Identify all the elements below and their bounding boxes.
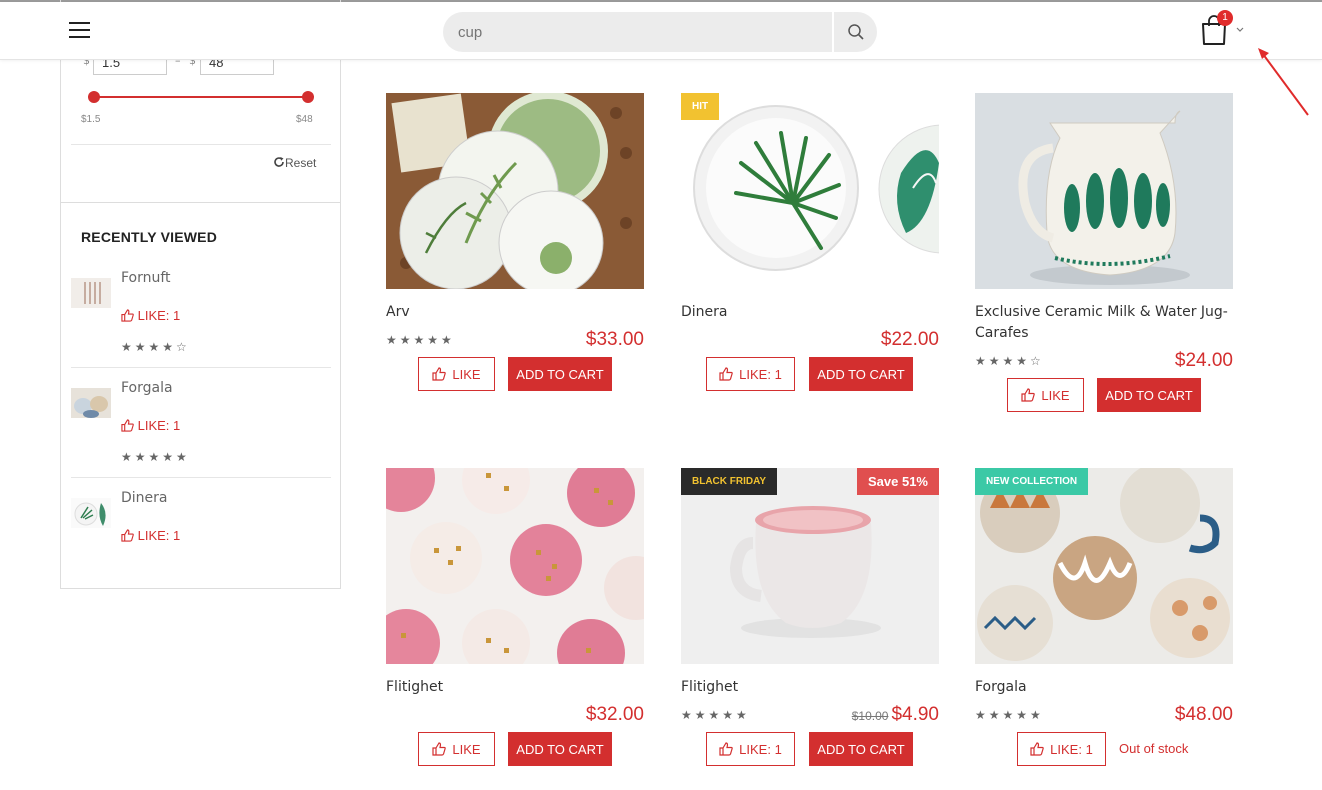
like-label: LIKE: 1 — [739, 366, 782, 382]
slider-min-label: $1.5 — [81, 114, 101, 125]
new-collection-badge: NEW COLLECTION — [975, 468, 1089, 495]
product-image[interactable]: HIT — [681, 93, 939, 289]
product-title[interactable]: Flitighet — [681, 677, 939, 698]
chevron-down-icon — [1236, 27, 1244, 32]
product-name[interactable]: Forgala — [121, 380, 173, 396]
search-input[interactable] — [443, 12, 832, 52]
product-name[interactable]: Dinera — [121, 490, 168, 506]
product-title[interactable]: Forgala — [975, 677, 1233, 698]
price-slider-track[interactable] — [94, 96, 308, 98]
product-title[interactable]: Flitighet — [386, 677, 644, 698]
like-label: LIKE — [452, 366, 481, 382]
thumbs-up-icon — [121, 419, 134, 432]
product-title[interactable]: Exclusive Ceramic Milk & Water Jug-Caraf… — [975, 302, 1233, 344]
divider — [71, 144, 331, 145]
sale-price: $4.90 — [891, 704, 939, 725]
product-image[interactable] — [386, 93, 644, 289]
section-divider — [61, 202, 340, 203]
product-thumbnail[interactable] — [71, 388, 111, 418]
like-button[interactable]: LIKE: 1 — [1017, 732, 1106, 766]
rating-stars: ★★★★☆ — [121, 340, 190, 354]
like-button[interactable]: LIKE: 1 — [706, 357, 795, 391]
like-label: LIKE: 1 — [739, 741, 782, 757]
product-price: $24.00 — [1174, 350, 1233, 371]
divider — [71, 367, 331, 368]
thumbs-up-icon — [432, 742, 447, 756]
annotation-arrow — [1258, 48, 1309, 116]
like-label: LIKE — [1041, 387, 1070, 403]
product-price: $48.00 — [1174, 704, 1233, 725]
add-to-cart-button[interactable]: ADD TO CART — [508, 732, 612, 766]
thumbs-up-icon — [719, 367, 733, 381]
product-thumbnail[interactable] — [71, 498, 111, 528]
reset-button[interactable]: Reset — [273, 156, 316, 170]
reset-label: Reset — [285, 156, 317, 170]
search-icon — [847, 24, 864, 40]
slider-max-label: $48 — [296, 114, 313, 125]
rating-stars: ★★★★★ — [386, 333, 455, 347]
thumbs-up-icon — [1021, 388, 1036, 402]
rating-stars: ★★★★★ — [121, 450, 190, 464]
product-image[interactable]: NEW COLLECTION — [975, 468, 1233, 664]
save-percentage-badge: Save 51% — [857, 468, 939, 495]
like-label: LIKE: 1 — [137, 308, 181, 323]
product-price: $33.00 — [585, 329, 644, 350]
like-count[interactable]: LIKE: 1 — [121, 308, 180, 323]
sidebar: $ – $ $1.5 $48 Reset RECENTLY VIEWED For… — [60, 0, 341, 589]
thumbs-up-icon — [1030, 742, 1044, 756]
add-to-cart-button[interactable]: ADD TO CART — [809, 357, 913, 391]
product-image[interactable]: BLACK FRIDAY Save 51% — [681, 468, 939, 664]
cart-count-badge: 1 — [1217, 10, 1233, 26]
reset-icon — [274, 157, 284, 167]
like-button[interactable]: LIKE — [1007, 378, 1084, 412]
like-button[interactable]: LIKE: 1 — [706, 732, 795, 766]
add-to-cart-button[interactable]: ADD TO CART — [508, 357, 612, 391]
divider — [71, 477, 331, 478]
product-title[interactable]: Dinera — [681, 302, 939, 323]
search-bar — [443, 12, 877, 52]
thumbs-up-icon — [719, 742, 733, 756]
like-label: LIKE: 1 — [1050, 741, 1093, 757]
rating-stars: ★★★★★ — [681, 708, 750, 722]
cart-button[interactable]: 1 — [1200, 10, 1248, 50]
out-of-stock-label: Out of stock — [1119, 741, 1189, 756]
product-price: $32.00 — [585, 704, 644, 725]
add-to-cart-button[interactable]: ADD TO CART — [809, 732, 913, 766]
like-button[interactable]: LIKE — [418, 732, 495, 766]
price-slider-max-handle[interactable] — [302, 91, 314, 103]
like-count[interactable]: LIKE: 1 — [121, 418, 180, 433]
product-image[interactable] — [386, 468, 644, 664]
add-to-cart-button[interactable]: ADD TO CART — [1097, 378, 1201, 412]
like-count[interactable]: LIKE: 1 — [121, 528, 180, 543]
product-image[interactable] — [975, 93, 1233, 289]
product-title[interactable]: Arv — [386, 302, 644, 323]
search-button[interactable] — [834, 12, 877, 52]
product-thumbnail[interactable] — [71, 278, 111, 308]
rating-stars: ★★★★★ — [975, 708, 1044, 722]
like-label: LIKE: 1 — [137, 528, 181, 543]
thumbs-up-icon — [121, 529, 134, 542]
menu-icon[interactable] — [69, 22, 90, 38]
hit-badge: HIT — [681, 93, 720, 120]
product-name[interactable]: Fornuft — [121, 270, 171, 286]
site-header: 1 — [0, 2, 1322, 60]
like-label: LIKE: 1 — [137, 418, 181, 433]
original-price: $10.00 — [851, 709, 889, 723]
like-label: LIKE — [452, 741, 481, 757]
thumbs-up-icon — [432, 367, 447, 381]
like-button[interactable]: LIKE — [418, 357, 495, 391]
product-price: $10.00 $4.90 — [852, 704, 939, 726]
price-slider-min-handle[interactable] — [88, 91, 100, 103]
rating-stars: ★★★★☆ — [975, 354, 1044, 368]
product-price: $22.00 — [880, 329, 939, 350]
thumbs-up-icon — [121, 309, 134, 322]
recently-viewed-title: RECENTLY VIEWED — [81, 229, 218, 245]
black-friday-badge: BLACK FRIDAY — [681, 468, 778, 495]
